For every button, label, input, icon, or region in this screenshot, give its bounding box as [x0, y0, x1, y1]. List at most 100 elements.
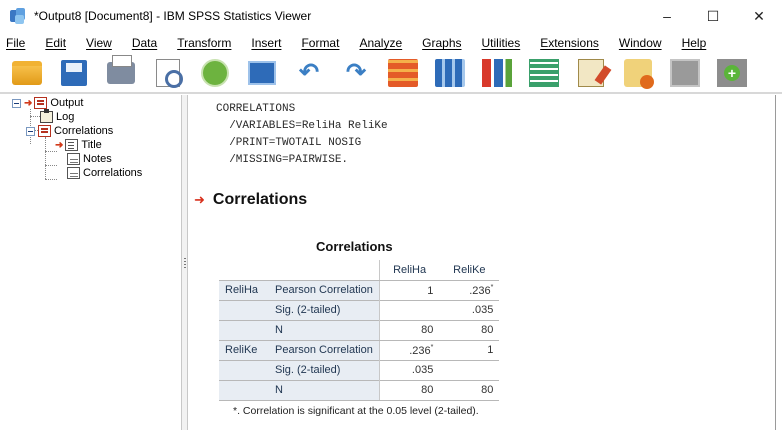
notes-icon — [67, 153, 80, 165]
menu-file[interactable]: File — [0, 36, 35, 50]
goto-case-icon[interactable] — [433, 58, 467, 88]
tree-node-output[interactable]: ➜ Output — [12, 96, 83, 110]
tree-node-correlations-table[interactable]: Correlations — [67, 166, 142, 180]
tree-node-notes[interactable]: Notes — [67, 152, 112, 166]
print-preview-icon[interactable] — [151, 58, 185, 88]
table-footnote: *. Correlation is significant at the 0.0… — [233, 405, 479, 417]
window-title: *Output8 [Document8] - IBM SPSS Statisti… — [34, 9, 312, 23]
tree-node-correlations[interactable]: Correlations — [26, 124, 113, 138]
save-icon[interactable] — [57, 58, 91, 88]
menu-edit[interactable]: Edit — [35, 36, 76, 50]
row-statistic: Pearson Correlation — [269, 280, 380, 300]
splitter-grip-icon — [184, 258, 186, 268]
row-statistic: N — [269, 319, 380, 341]
tree-label-log: Log — [56, 111, 75, 123]
table-row: ReliHa Pearson Correlation 1 .236* — [219, 280, 500, 300]
print-icon[interactable] — [104, 55, 138, 88]
menu-format[interactable]: Format — [291, 36, 349, 50]
title-bar: *Output8 [Document8] - IBM SPSS Statisti… — [0, 0, 782, 32]
pane-splitter[interactable] — [181, 95, 188, 430]
menu-help[interactable]: Help — [672, 36, 717, 50]
redo-icon[interactable]: ↷ — [339, 58, 373, 88]
tree-connector — [30, 116, 40, 117]
recall-dialog-icon[interactable] — [245, 58, 279, 88]
output-book-icon — [38, 125, 51, 137]
tree-label-correlations: Correlations — [54, 125, 114, 137]
insert-output-icon[interactable]: + — [715, 58, 749, 88]
log-icon — [40, 109, 53, 123]
tree-label-output: Output — [50, 97, 84, 109]
row-variable — [219, 319, 269, 341]
menu-analyze[interactable]: Analyze — [349, 36, 412, 50]
open-folder-icon[interactable] — [10, 58, 44, 88]
row-statistic: Sig. (2-tailed) — [269, 359, 380, 380]
section-title: Correlations — [212, 191, 308, 208]
tree-node-title[interactable]: ➜ Title — [55, 138, 102, 152]
current-item-arrow-icon: ➜ — [55, 139, 64, 151]
syntax-line: /VARIABLES=ReliHa ReliKe — [216, 120, 388, 132]
menu-bar: File Edit View Data Transform Insert For… — [0, 32, 782, 54]
designate-window-icon[interactable] — [574, 58, 608, 88]
run-script-icon[interactable] — [621, 58, 655, 89]
correlations-table[interactable]: ReliHa ReliKe ReliHa Pearson Correlation… — [219, 260, 500, 401]
row-statistic: N — [269, 379, 380, 401]
toolbar: ↶ ↷ + — [0, 54, 782, 94]
tree-connector — [45, 179, 57, 180]
select-last-output-icon[interactable] — [527, 58, 561, 88]
syntax-line: /MISSING=PAIRWISE. — [216, 154, 349, 166]
menu-view[interactable]: View — [76, 36, 122, 50]
menu-window[interactable]: Window — [609, 36, 672, 50]
table-row: ReliKe Pearson Correlation .236* 1 — [219, 340, 500, 360]
variables-icon[interactable] — [480, 58, 514, 88]
output-content-pane: CORRELATIONS /VARIABLES=ReliHa ReliKe /P… — [189, 95, 782, 430]
tree-node-log[interactable]: Log — [40, 109, 75, 124]
menu-transform[interactable]: Transform — [167, 36, 241, 50]
column-header: ReliHa — [378, 260, 440, 281]
header-corner — [269, 260, 380, 281]
table-cell: 1 — [439, 340, 500, 360]
menu-utilities[interactable]: Utilities — [472, 36, 531, 50]
pivot-table-icon — [67, 167, 80, 179]
undo-icon[interactable]: ↶ — [292, 58, 326, 88]
menu-graphs[interactable]: Graphs — [412, 36, 471, 50]
hide-icon[interactable] — [668, 58, 702, 88]
minimize-button[interactable]: – — [644, 0, 690, 32]
tree-label-correlations-table: Correlations — [83, 167, 143, 179]
section-heading[interactable]: ➜ Correlations — [194, 191, 307, 209]
table-row: Sig. (2-tailed) .035 — [219, 299, 500, 320]
row-statistic: Pearson Correlation — [269, 340, 380, 360]
goto-data-icon[interactable] — [386, 58, 420, 88]
table-cell: .236* — [378, 340, 440, 360]
menu-insert[interactable]: Insert — [241, 36, 291, 50]
spss-app-icon — [10, 8, 26, 24]
close-button[interactable]: ✕ — [736, 0, 782, 32]
menu-data[interactable]: Data — [122, 36, 167, 50]
tree-connector — [45, 137, 46, 179]
output-book-icon — [34, 97, 48, 109]
collapse-icon[interactable] — [12, 98, 21, 108]
export-icon[interactable] — [198, 58, 232, 88]
table-cell: 1 — [378, 280, 440, 300]
table-cell: .236* — [439, 280, 500, 300]
row-variable: ReliHa — [219, 280, 269, 300]
title-icon — [65, 139, 79, 151]
collapse-icon[interactable] — [26, 126, 35, 136]
column-header: ReliKe — [439, 260, 500, 281]
tree-label-notes: Notes — [83, 153, 112, 165]
current-item-arrow-icon: ➜ — [194, 192, 205, 207]
maximize-button[interactable]: ☐ — [690, 0, 736, 32]
row-variable — [219, 359, 269, 380]
table-cell: 80 — [378, 319, 440, 341]
menu-extensions[interactable]: Extensions — [530, 36, 609, 50]
table-row: N 80 80 — [219, 319, 500, 341]
table-header-row: ReliHa ReliKe — [219, 260, 500, 281]
table-cell: 80 — [439, 319, 500, 341]
table-row: N 80 80 — [219, 379, 500, 401]
table-caption: Correlations — [316, 239, 393, 254]
tree-label-title: Title — [81, 139, 102, 151]
output-navigator: ➜ Output Log Correlations ➜ Title Notes … — [0, 95, 181, 430]
syntax-line: /PRINT=TWOTAIL NOSIG — [216, 137, 362, 149]
header-corner — [219, 260, 269, 281]
table-cell: 80 — [378, 379, 440, 401]
row-variable: ReliKe — [219, 340, 269, 360]
